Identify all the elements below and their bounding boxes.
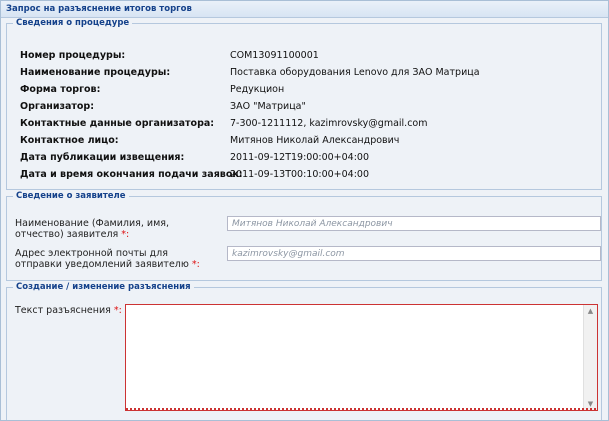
organizer-value: ЗАО "Матрица" [230, 101, 306, 112]
trade-form-label: Форма торгов: [20, 84, 101, 95]
organizer-label: Организатор: [20, 101, 95, 112]
publication-date-value: 2011-09-12T19:00:00+04:00 [230, 152, 370, 163]
textarea-scrollbar[interactable]: ▲ ▼ [583, 305, 597, 410]
organizer-contacts-value: 7-300-1211112, kazimrovsky@gmail.com [230, 118, 428, 129]
required-mark: *: [191, 259, 200, 270]
procedure-number-value: COM13091100001 [230, 50, 319, 61]
clarification-textarea[interactable]: ▲ ▼ [125, 304, 598, 411]
procedure-info-group: Сведения о процедуре Номер процедуры: CO… [6, 18, 602, 190]
required-mark: *: [113, 305, 122, 316]
procedure-number-label: Номер процедуры: [20, 50, 126, 61]
clarification-group: Создание / изменение разъяснения Текст р… [6, 282, 602, 420]
window-title: Запрос на разъяснение итогов торгов [1, 1, 608, 18]
procedure-info-legend: Сведения о процедуре [16, 18, 130, 28]
clarification-text-label-text: Текст разъяснения [15, 305, 111, 316]
applicant-email-input[interactable]: kazimrovsky@gmail.com [227, 246, 601, 261]
deadline-label: Дата и время окончания подачи заявок: [20, 169, 243, 180]
applicant-info-group: Сведение о заявителе Наименование (Фамил… [6, 191, 602, 281]
form-body: Сведения о процедуре Номер процедуры: CO… [1, 18, 608, 420]
contact-person-value: Митянов Николай Александрович [230, 135, 400, 146]
publication-date-label: Дата публикации извещения: [20, 152, 185, 163]
contact-person-label: Контактное лицо: [20, 135, 119, 146]
scroll-up-icon[interactable]: ▲ [584, 305, 597, 317]
applicant-name-label: Наименование (Фамилия, имя, отчество) за… [15, 218, 205, 240]
required-mark: *: [121, 229, 130, 240]
deadline-value: 2011-09-13T00:10:00+04:00 [230, 169, 370, 180]
organizer-contacts-label: Контактные данные организатора: [20, 118, 215, 129]
procedure-name-label: Наименование процедуры: [20, 67, 171, 78]
applicant-email-label: Адрес электронной почты для отправки уве… [15, 248, 205, 270]
applicant-name-input[interactable]: Митянов Николай Александрович [227, 216, 601, 231]
clarification-legend: Создание / изменение разъяснения [16, 282, 191, 292]
request-window: Запрос на разъяснение итогов торгов Свед… [0, 0, 609, 421]
procedure-name-value: Поставка оборудования Lenovo для ЗАО Мат… [230, 67, 480, 78]
trade-form-value: Редукцион [230, 84, 285, 95]
applicant-name-label-text: Наименование (Фамилия, имя, отчество) за… [15, 218, 169, 240]
applicant-info-legend: Сведение о заявителе [16, 191, 126, 201]
validation-underline [126, 408, 597, 411]
applicant-email-label-text: Адрес электронной почты для отправки уве… [15, 248, 189, 270]
